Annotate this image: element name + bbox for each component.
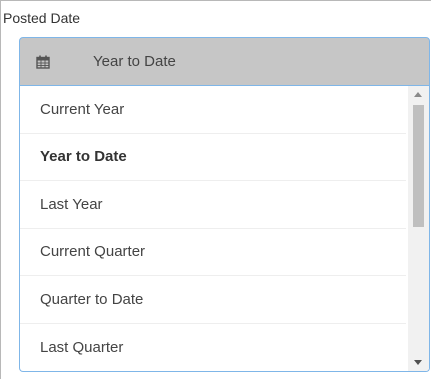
- field-label: Posted Date: [3, 10, 81, 26]
- date-range-dropdown: Current Year Year to Date Last Year Curr…: [19, 86, 430, 372]
- option-last-quarter[interactable]: Last Quarter: [20, 324, 406, 371]
- option-last-year[interactable]: Last Year: [20, 181, 406, 229]
- calendar-icon[interactable]: [20, 38, 66, 85]
- scroll-up-arrow-icon[interactable]: [414, 92, 422, 97]
- selected-value: Year to Date: [93, 53, 176, 70]
- option-current-year[interactable]: Current Year: [20, 86, 406, 134]
- scroll-thumb[interactable]: [413, 105, 424, 227]
- option-quarter-to-date[interactable]: Quarter to Date: [20, 276, 406, 324]
- option-current-quarter[interactable]: Current Quarter: [20, 228, 406, 276]
- dropdown-scrollbar[interactable]: [408, 86, 429, 371]
- scroll-down-arrow-icon[interactable]: [414, 360, 422, 365]
- option-year-to-date[interactable]: Year to Date: [20, 133, 406, 181]
- date-range-select[interactable]: Year to Date: [19, 37, 430, 86]
